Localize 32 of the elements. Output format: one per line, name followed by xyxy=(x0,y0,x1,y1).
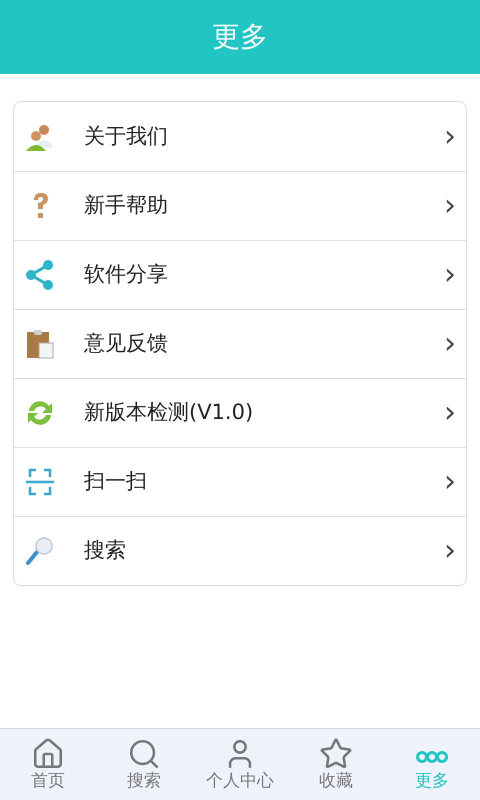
tab[interactable]: 首页 xyxy=(0,729,96,800)
home-icon xyxy=(31,736,65,771)
chevron: › xyxy=(444,467,456,497)
chevron: › xyxy=(444,260,456,290)
menu-item[interactable]: 搜索 › xyxy=(14,516,466,585)
menu-item[interactable]: 新版本检测(V1.0) › xyxy=(14,378,466,447)
menu-item[interactable]: 软件分享 › xyxy=(14,240,466,309)
chevron: › xyxy=(444,191,456,221)
menu-item[interactable]: 意见反馈 › xyxy=(14,309,466,378)
tab[interactable]: 收藏 xyxy=(288,729,384,800)
scan-icon xyxy=(24,466,56,498)
menu-item[interactable]: 新手帮助 › xyxy=(14,171,466,240)
menu-label: 新版本检测(V1.0) xyxy=(84,399,254,426)
menu-label: 扫一扫 xyxy=(84,468,148,496)
share-icon xyxy=(24,259,56,291)
menu-label: 软件分享 xyxy=(84,261,169,288)
tab[interactable]: 搜索 xyxy=(96,729,192,800)
chevron: › xyxy=(444,536,456,566)
more-icon xyxy=(416,750,448,763)
clipboard-icon xyxy=(24,328,56,360)
star-icon xyxy=(319,736,353,771)
menu-label: 关于我们 xyxy=(84,122,169,150)
chevron: › xyxy=(444,329,456,359)
menu-item[interactable]: 关于我们 › xyxy=(14,102,466,171)
menu-label: 搜索 xyxy=(84,537,127,564)
chevron: › xyxy=(444,398,456,428)
menu-label: 意见反馈 xyxy=(84,330,169,358)
menu-item[interactable]: 扫一扫 › xyxy=(14,447,466,516)
page-title: 更多 xyxy=(212,19,268,55)
tab[interactable]: 个人中心 xyxy=(192,729,288,800)
chevron: › xyxy=(444,122,456,152)
menu-label: 新手帮助 xyxy=(84,192,169,220)
